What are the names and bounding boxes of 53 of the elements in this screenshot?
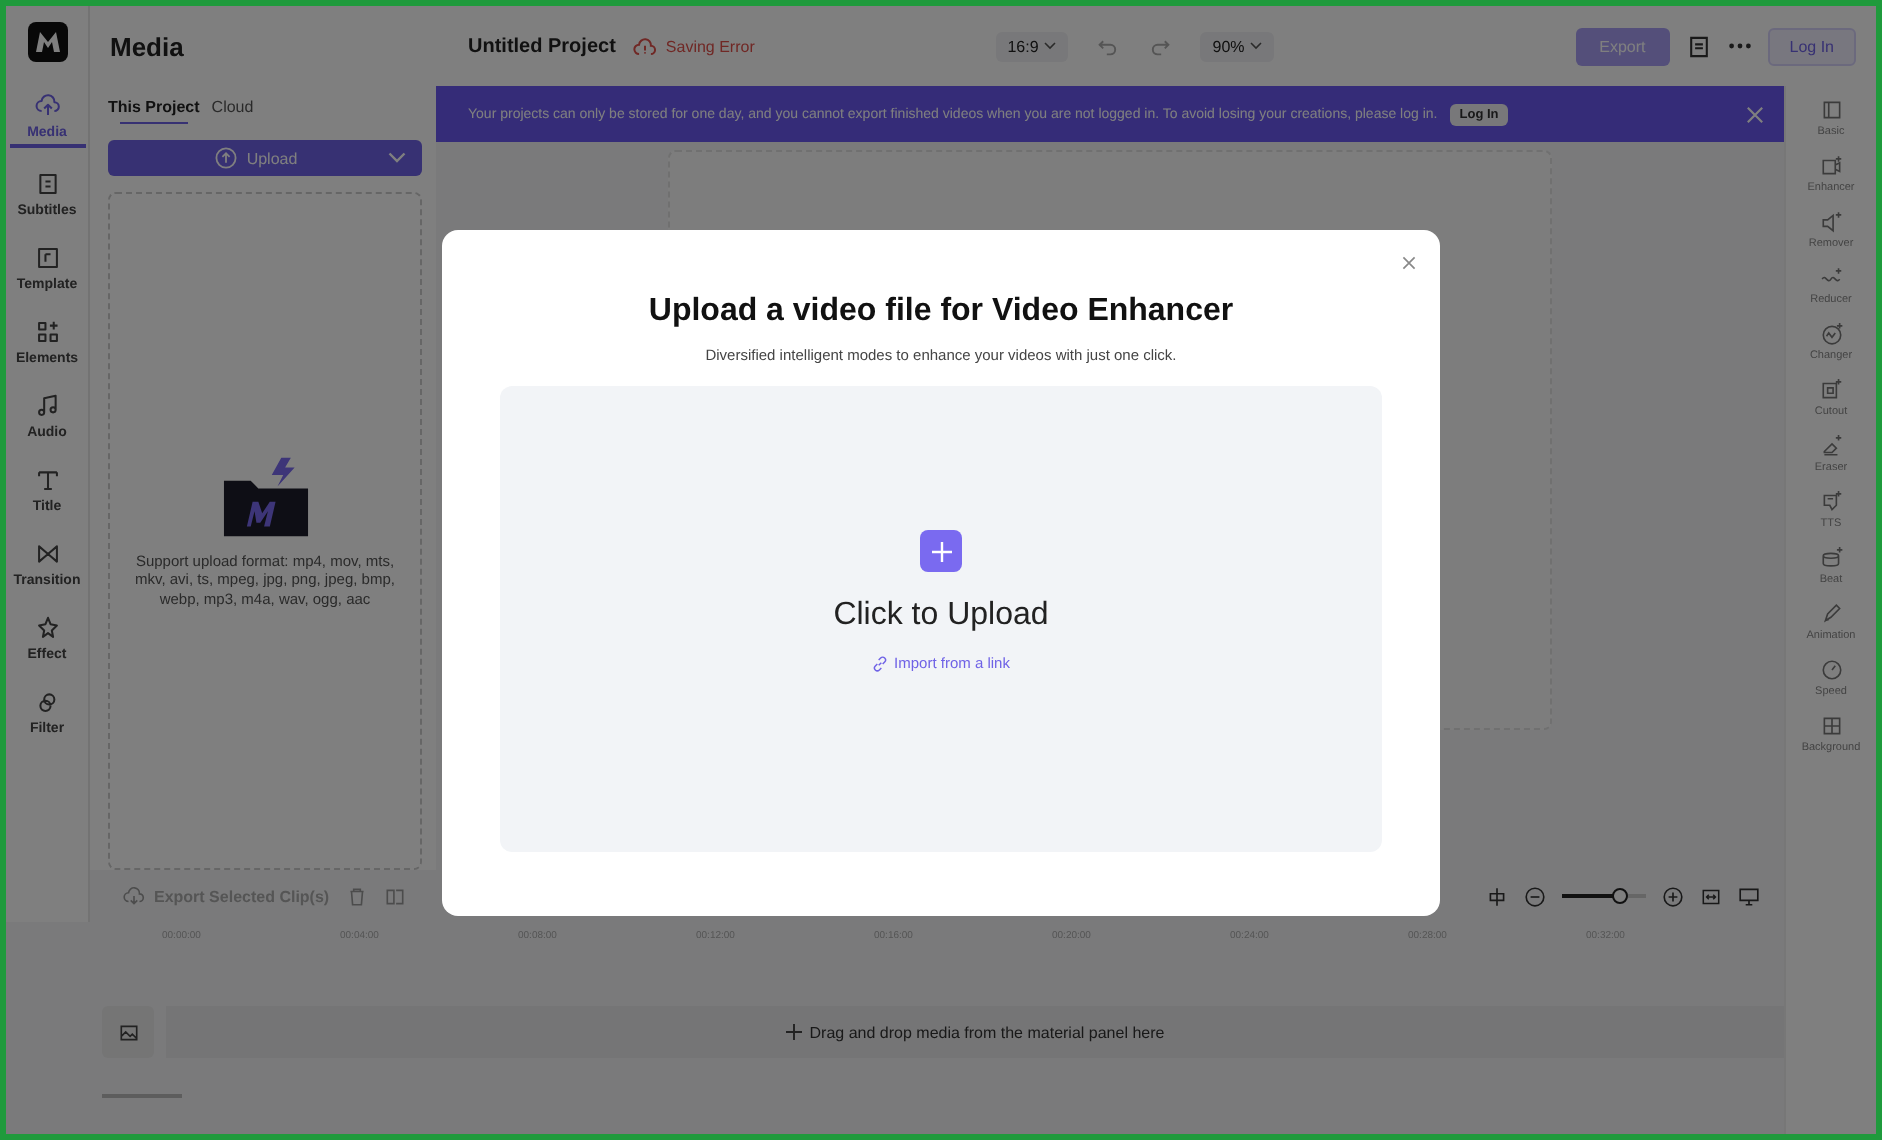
upload-icon <box>214 146 239 170</box>
aspect-ratio-dropdown[interactable]: 16:9 <box>995 31 1069 61</box>
panel-tab[interactable]: This Project <box>108 93 200 119</box>
project-title[interactable]: Untitled Project <box>468 35 616 57</box>
grid-icon <box>1819 714 1843 738</box>
chevron-down-icon <box>1044 42 1057 50</box>
upload-button[interactable]: Upload <box>108 140 422 176</box>
more-icon[interactable] <box>1727 42 1752 50</box>
cloud-download-icon <box>122 886 146 906</box>
snap-icon[interactable] <box>1486 885 1508 907</box>
crop-sparkle-icon <box>1819 378 1843 402</box>
save-status: Saving Error <box>665 37 755 55</box>
panel-tab[interactable]: Cloud <box>211 93 254 119</box>
zoom-in-icon[interactable] <box>1662 885 1684 907</box>
panel-icon <box>1819 98 1843 122</box>
trash-icon[interactable] <box>345 885 368 907</box>
cloud-warning-icon <box>631 35 658 57</box>
text-icon <box>33 466 61 494</box>
monitor-icon[interactable] <box>1738 885 1760 907</box>
image-icon[interactable] <box>102 1006 154 1058</box>
dialog-title: Upload a video file for Video Enhancer <box>648 294 1234 330</box>
plus-icon <box>785 1024 802 1040</box>
shapes-icon <box>33 318 61 346</box>
add-button[interactable] <box>920 530 962 572</box>
bowtie-icon <box>33 540 61 568</box>
close-icon[interactable] <box>1402 256 1416 270</box>
zoom-dropdown[interactable]: 90% <box>1200 31 1275 61</box>
fit-width-icon[interactable] <box>1700 885 1722 907</box>
music-icon <box>33 392 61 420</box>
drum-sparkle-icon <box>1819 546 1843 570</box>
document-icon[interactable] <box>1685 33 1712 59</box>
app-logo <box>27 22 67 62</box>
drop-hint: Drag and drop media from the material panel here <box>809 1023 1165 1041</box>
cloud-upload-icon <box>33 92 61 120</box>
upload-label: Click to Upload <box>833 598 1049 634</box>
chevron-down-icon <box>1250 42 1263 50</box>
subtitle-icon <box>33 170 61 198</box>
chevron-down-icon[interactable] <box>388 152 406 164</box>
template-icon <box>33 244 61 272</box>
pen-icon <box>1819 602 1843 626</box>
circles-icon <box>33 688 61 716</box>
speech-sparkle-icon <box>1819 490 1843 514</box>
panel-title: Media <box>110 31 184 61</box>
split-icon[interactable] <box>383 885 406 907</box>
speaker-sparkle-icon <box>1819 210 1843 234</box>
login-button[interactable]: Log In <box>1767 27 1856 65</box>
zoom-out-icon[interactable] <box>1524 885 1546 907</box>
speedometer-icon <box>1819 658 1843 682</box>
link-icon <box>872 655 889 671</box>
video-sparkle-icon <box>1819 154 1843 178</box>
upload-label: Upload <box>246 149 298 167</box>
plus-icon <box>931 541 951 561</box>
eraser-sparkle-icon <box>1819 434 1843 458</box>
